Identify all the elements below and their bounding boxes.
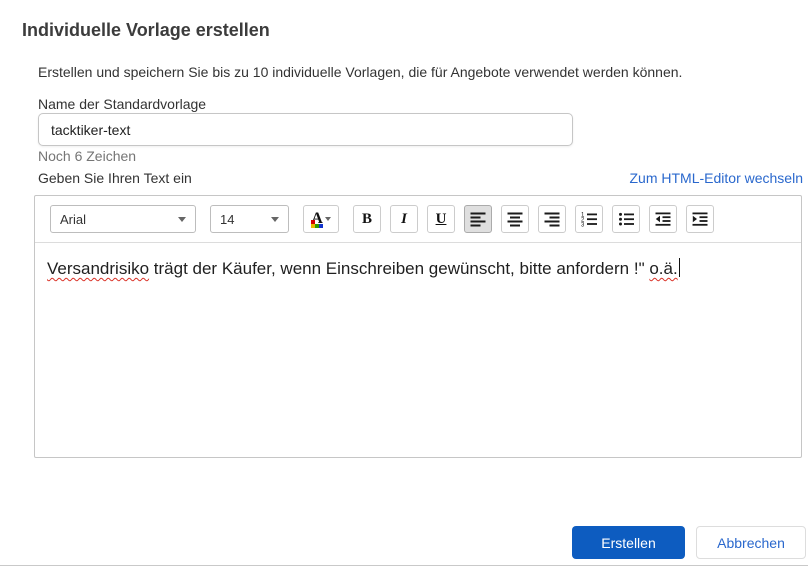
create-button[interactable]: Erstellen [572, 526, 685, 559]
create-template-dialog: Individuelle Vorlage erstellen Erstellen… [0, 0, 808, 567]
outdent-icon [655, 212, 671, 226]
font-size-value: 14 [220, 211, 235, 227]
font-family-select[interactable]: Arial [50, 205, 196, 233]
align-left-button[interactable] [464, 205, 492, 233]
editor-text-label: Geben Sie Ihren Text ein [38, 170, 192, 186]
bottom-divider [0, 565, 808, 566]
misspelled-word: o.ä. [649, 259, 678, 278]
cancel-button[interactable]: Abbrechen [696, 526, 806, 559]
italic-button[interactable]: I [390, 205, 418, 233]
editor-text: trägt der Käufer, wenn Einschreiben gewü… [149, 259, 650, 278]
font-size-select[interactable]: 14 [210, 205, 289, 233]
template-name-input[interactable] [38, 113, 573, 146]
svg-text:3: 3 [581, 223, 585, 228]
remaining-chars-hint: Noch 6 Zeichen [38, 148, 137, 164]
rich-text-editor: Arial 14 A B I U 1 2 3 Versandrisiko trä… [34, 195, 802, 458]
color-swatches-icon [311, 220, 323, 228]
dialog-description: Erstellen und speichern Sie bis zu 10 in… [38, 64, 683, 80]
ordered-list-icon: 1 2 3 [581, 213, 597, 228]
align-left-icon [470, 212, 486, 227]
indent-icon [692, 212, 708, 226]
chevron-down-icon [271, 216, 279, 222]
font-family-value: Arial [60, 211, 87, 227]
align-right-icon [544, 212, 560, 227]
switch-to-html-editor-link[interactable]: Zum HTML-Editor wechseln [630, 170, 804, 186]
chevron-down-icon [324, 217, 331, 221]
unordered-list-button[interactable] [612, 205, 640, 233]
align-center-button[interactable] [501, 205, 529, 233]
outdent-button[interactable] [649, 205, 677, 233]
indent-button[interactable] [686, 205, 714, 233]
chevron-down-icon [178, 216, 186, 222]
editor-toolbar: Arial 14 A B I U 1 2 3 [35, 196, 801, 243]
template-name-label: Name der Standardvorlage [38, 96, 207, 112]
underline-icon: U [435, 210, 447, 227]
align-right-button[interactable] [538, 205, 566, 233]
bold-icon: B [361, 210, 372, 227]
italic-icon: I [401, 210, 407, 227]
page-title: Individuelle Vorlage erstellen [22, 20, 270, 40]
unordered-list-icon [619, 212, 634, 226]
text-cursor [678, 258, 681, 277]
bold-button[interactable]: B [353, 205, 381, 233]
misspelled-word: Versandrisiko [47, 259, 150, 278]
editor-text-area[interactable]: Versandrisiko trägt der Käufer, wenn Ein… [35, 243, 801, 457]
font-color-button[interactable]: A [303, 205, 339, 233]
underline-button[interactable]: U [427, 205, 455, 233]
ordered-list-button[interactable]: 1 2 3 [575, 205, 603, 233]
align-center-icon [507, 212, 523, 227]
